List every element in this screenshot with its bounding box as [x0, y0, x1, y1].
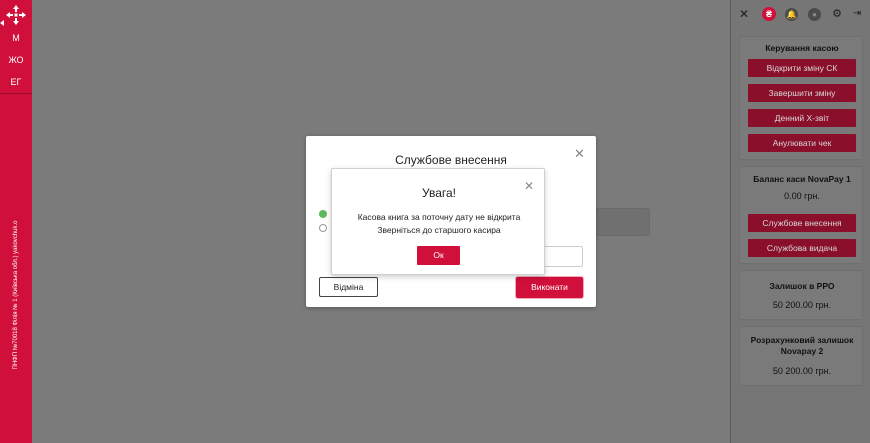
left-sidebar: М ЖО ЕГ ПНФП №70018 Філія № 1 (Київська …: [0, 0, 32, 443]
cancel-receipt-button[interactable]: Анулювати чек: [748, 134, 856, 152]
alert-message-line1: Касова книга за поточну дату не відкрита: [357, 212, 521, 222]
right-toolbar: ✕ ₴ 🔔 ● ⚙ ⇥: [731, 0, 870, 28]
close-icon[interactable]: ✕: [524, 179, 534, 193]
sidebar-item-m[interactable]: М: [0, 28, 32, 48]
cash-control-card: Керування касою Відкрити зміну СК Заверш…: [739, 36, 863, 160]
sidebar-divider: [0, 93, 32, 94]
collapse-arrow-icon[interactable]: [0, 20, 4, 26]
amount-field[interactable]: [544, 246, 583, 267]
alert-title: Увага!: [422, 186, 456, 200]
cancel-button[interactable]: Відміна: [319, 277, 378, 297]
balance-value: 0.00 грн.: [784, 191, 820, 201]
radio-option[interactable]: [319, 224, 327, 232]
rro-balance-card: Залишок в РРО 50 200.00 грн.: [739, 270, 863, 320]
rro-balance-value: 50 200.00 грн.: [772, 300, 832, 310]
check-icon: [319, 210, 327, 218]
right-panel: ✕ ₴ 🔔 ● ⚙ ⇥ Керування касою Відкрити змі…: [730, 0, 870, 443]
notifications-icon[interactable]: 🔔: [785, 8, 798, 21]
brand-icon[interactable]: ₴: [762, 7, 776, 21]
execute-button[interactable]: Виконати: [516, 277, 583, 298]
close-icon[interactable]: ✕: [738, 8, 750, 20]
user-icon[interactable]: ●: [808, 8, 821, 21]
sidebar-item-zho[interactable]: ЖО: [0, 50, 32, 70]
balance-card: Баланс каси NovaPay 1 0.00 грн. Службове…: [739, 166, 863, 264]
alert-modal: Увага! ✕ Касова книга за поточну дату не…: [331, 168, 545, 275]
settlement-balance-card: Розрахунковий залишок Novapay 2 50 200.0…: [739, 326, 863, 386]
alert-message-line2: Зверніться до старшого касира: [377, 225, 501, 235]
branch-user-label: ПНФП №70018 Філія № 1 (Київська обл.) ya…: [13, 220, 19, 370]
ok-button[interactable]: Ок: [417, 246, 460, 265]
settlement-balance-title: Розрахунковий залишок Novapay 2: [750, 335, 854, 356]
open-shift-button[interactable]: Відкрити зміну СК: [748, 59, 856, 77]
modal-title: Службове внесення: [395, 153, 507, 167]
balance-title: Баланс каси NovaPay 1: [753, 174, 851, 184]
novapay-logo-icon[interactable]: [4, 3, 28, 27]
settlement-balance-value: 50 200.00 грн.: [772, 366, 832, 376]
sidebar-item-eg[interactable]: ЕГ: [0, 72, 32, 92]
logout-icon[interactable]: ⇥: [851, 8, 863, 20]
x-report-button[interactable]: Денний X-звіт: [748, 109, 856, 127]
close-shift-button[interactable]: Завершити зміну: [748, 84, 856, 102]
gear-icon[interactable]: ⚙: [831, 8, 843, 20]
service-withdrawal-button[interactable]: Службова видача: [748, 239, 856, 257]
cash-control-title: Керування касою: [765, 43, 839, 53]
service-deposit-button[interactable]: Службове внесення: [748, 214, 856, 232]
rro-balance-title: Залишок в РРО: [769, 281, 835, 291]
close-icon[interactable]: ✕: [574, 146, 585, 162]
